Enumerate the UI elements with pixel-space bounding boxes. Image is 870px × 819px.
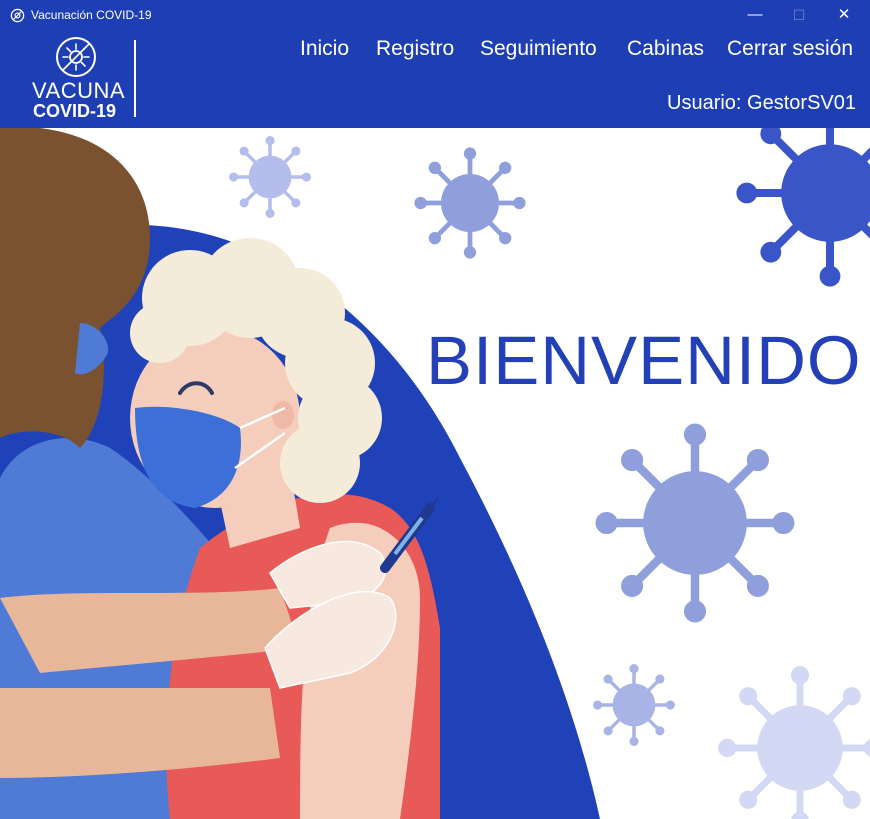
maximize-button[interactable]: ☐ [788,5,810,25]
current-user-label: Usuario: GestorSV01 [667,92,856,114]
virus-decoration-1 [227,134,313,220]
welcome-heading: BIENVENIDO [426,322,862,399]
logo-text-vacuna: VACUNA [32,78,126,103]
nav-cabinas[interactable]: Cabinas [627,37,704,61]
nav-seguimiento[interactable]: Seguimiento [480,37,597,61]
app-virus-icon [10,8,25,23]
logo-divider [134,40,136,117]
minimize-button[interactable]: — [744,5,766,25]
logo-text-covid: COVID-19 [33,101,117,121]
virus-decoration-6 [719,667,870,819]
nav-registro[interactable]: Registro [376,37,454,61]
virus-decoration-2 [415,148,525,258]
virus-decoration-3 [737,128,870,286]
window-title: Vacunación COVID-19 [31,8,152,22]
nav-inicio[interactable]: Inicio [300,37,349,61]
vaccination-illustration [0,128,870,819]
window-titlebar: Vacunación COVID-19 — ☐ ✕ [0,0,870,30]
virus-decoration-4 [596,424,793,621]
nav-cerrar-sesion[interactable]: Cerrar sesión [727,37,853,61]
vaccine-logo-icon [56,37,96,77]
welcome-panel: BIENVENIDO [0,128,870,819]
virus-decoration-5 [591,662,677,748]
app-header: VACUNA COVID-19 Inicio Registro Seguimie… [0,30,870,128]
close-button[interactable]: ✕ [833,5,855,25]
